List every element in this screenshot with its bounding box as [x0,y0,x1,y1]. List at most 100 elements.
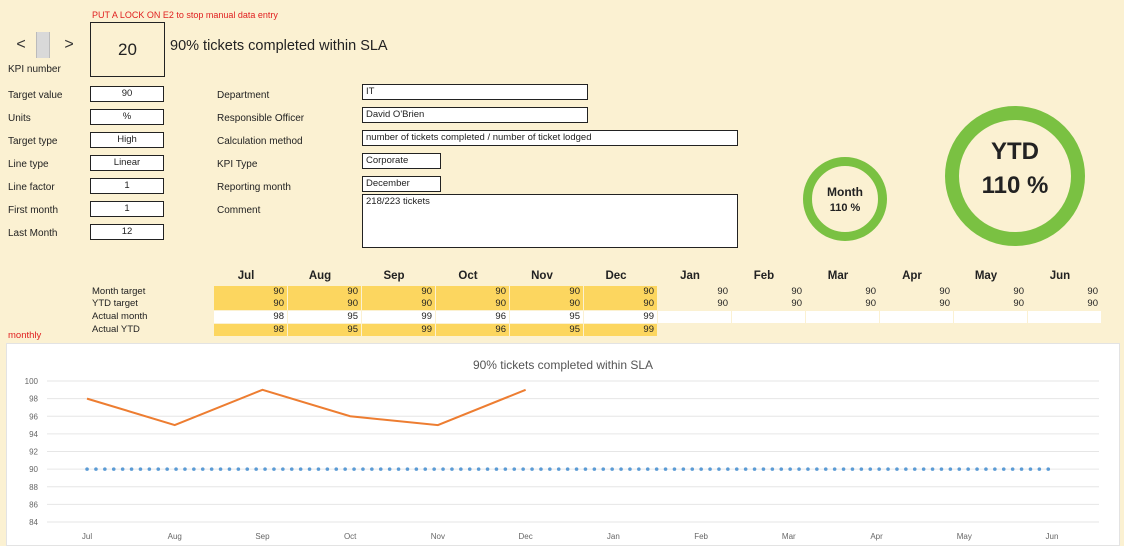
comment-field[interactable]: 218/223 tickets [362,194,738,248]
table-cell[interactable]: 99 [362,311,435,323]
y-tick-label: 98 [29,395,38,404]
row-label: YTD target [92,298,138,309]
y-tick-label: 88 [29,483,38,492]
table-cell[interactable]: 90 [288,298,361,310]
table-cell[interactable]: 90 [436,298,509,310]
reporting-month-field[interactable]: December [362,176,441,192]
table-cell[interactable]: 90 [584,286,657,298]
table-cell[interactable] [658,324,731,336]
table-cell[interactable]: 95 [288,324,361,336]
first-month-field[interactable]: 1 [90,201,164,217]
kpi-number-label: KPI number [8,64,61,75]
chart-plot-area: 84 86 88 90 92 94 96 98 100 Jul Aug Sep Oct Nov Dec Jan… [25,377,1099,541]
x-tick-label: Aug [168,532,182,541]
lock-warning-text: PUT A LOCK ON E2 to stop manual data ent… [92,10,278,20]
row-label: Actual YTD [92,324,140,335]
table-cell[interactable]: 90 [214,286,287,298]
kpi-line-chart: 90% tickets completed within SLA 84 86 88 9… [6,343,1120,546]
responsible-officer-field[interactable]: David O'Brien [362,107,588,123]
table-cell[interactable]: 98 [214,324,287,336]
x-tick-label: Oct [344,532,357,541]
table-cell[interactable] [658,311,731,323]
reporting-month-label: Reporting month [217,182,291,193]
line-type-field[interactable]: Linear [90,155,164,171]
month-header: Feb [753,270,775,282]
row-label: Actual month [92,311,148,322]
table-cell[interactable] [954,324,1027,336]
x-tick-label: Nov [431,532,445,541]
table-cell[interactable] [732,311,805,323]
y-tick-label: 100 [25,377,39,386]
table-cell[interactable]: 90 [288,286,361,298]
table-cell[interactable]: 90 [584,298,657,310]
table-cell[interactable]: 90 [880,298,953,310]
monthly-side-label: monthly [8,330,42,341]
table-cell[interactable]: 90 [658,286,731,298]
x-tick-label: Mar [782,532,796,541]
table-cell[interactable]: 99 [362,324,435,336]
y-tick-label: 92 [29,448,38,457]
next-kpi-button[interactable]: > [58,33,80,57]
y-tick-label: 90 [29,465,38,474]
target-value-field[interactable]: 90 [90,86,164,102]
table-cell[interactable] [806,311,879,323]
x-tick-label: Apr [870,532,883,541]
target-value-label: Target value [8,90,63,101]
department-field[interactable]: IT [362,84,588,100]
table-cell[interactable]: 90 [1028,286,1101,298]
table-cell[interactable]: 99 [584,324,657,336]
table-cell[interactable]: 95 [288,311,361,323]
table-cell[interactable] [1028,324,1101,336]
table-cell[interactable]: 96 [436,324,509,336]
spinner-thumb[interactable] [36,32,50,58]
table-cell[interactable]: 90 [806,298,879,310]
table-cell[interactable]: 98 [214,311,287,323]
table-cell[interactable] [806,324,879,336]
x-tick-label: Dec [519,532,533,541]
table-cell[interactable]: 90 [658,298,731,310]
table-cell[interactable]: 90 [732,286,805,298]
units-label: Units [8,113,31,124]
ytd-gauge-value: 110 % [981,172,1049,199]
table-cell[interactable] [880,324,953,336]
table-cell[interactable]: 90 [362,298,435,310]
calculation-method-label: Calculation method [217,136,303,147]
table-cell[interactable]: 90 [732,298,805,310]
line-factor-field[interactable]: 1 [90,178,164,194]
table-cell[interactable]: 90 [954,286,1027,298]
month-header: Sep [383,270,405,282]
target-type-field[interactable]: High [90,132,164,148]
month-header: Jan [680,270,700,282]
prev-kpi-button[interactable]: < [10,33,32,57]
kpi-number-field[interactable]: 20 [90,22,165,77]
y-tick-label: 94 [29,430,38,439]
table-cell[interactable]: 90 [880,286,953,298]
table-cell[interactable]: 90 [806,286,879,298]
kpi-type-field[interactable]: Corporate [362,153,441,169]
x-tick-label: Jun [1046,532,1059,541]
calculation-method-field[interactable]: number of tickets completed / number of … [362,130,738,146]
table-cell[interactable]: 90 [436,286,509,298]
table-cell[interactable]: 90 [214,298,287,310]
month-header: Jun [1049,270,1071,282]
table-cell[interactable]: 90 [362,286,435,298]
table-cell[interactable] [954,311,1027,323]
line-type-label: Line type [8,159,49,170]
table-cell[interactable] [880,311,953,323]
ytd-gauge: YTD 110 % [945,106,1085,246]
table-cell[interactable]: 90 [510,286,583,298]
kpi-spinner[interactable]: < > [8,30,80,60]
table-cell[interactable] [732,324,805,336]
last-month-field[interactable]: 12 [90,224,164,240]
table-cell[interactable]: 90 [510,298,583,310]
table-cell[interactable] [1028,311,1101,323]
table-cell[interactable]: 99 [584,311,657,323]
table-cell[interactable]: 90 [1028,298,1101,310]
x-tick-label: Sep [255,532,270,541]
table-cell[interactable]: 95 [510,324,583,336]
month-header: Aug [308,270,332,282]
units-field[interactable]: % [90,109,164,125]
table-cell[interactable]: 96 [436,311,509,323]
table-cell[interactable]: 95 [510,311,583,323]
table-cell[interactable]: 90 [954,298,1027,310]
